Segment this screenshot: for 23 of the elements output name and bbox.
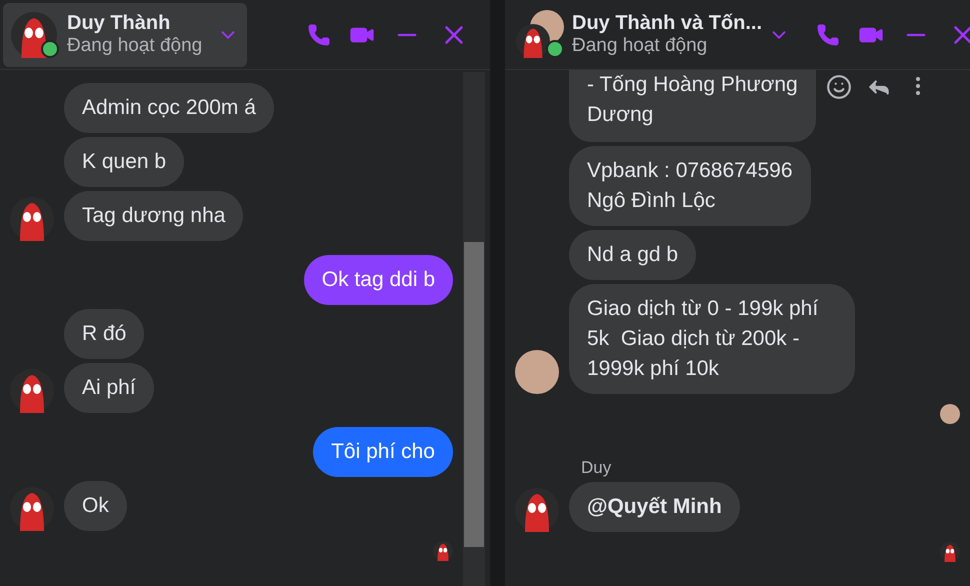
received-message: Giao dịch từ 0 - 199k phí 5k Giao dịch từ 200k - 1999k phí 10k (569, 284, 855, 394)
received-message: Ok (64, 481, 127, 531)
chat-header[interactable]: Duy Thành và Tốn... Đang hoạt động (508, 2, 798, 66)
sent-message: Tôi phí cho (313, 427, 453, 477)
sent-message: Ok tag ddi b (304, 255, 453, 305)
contact-name: Duy Thành (67, 12, 172, 35)
received-message: Ai phí (64, 363, 154, 413)
received-message: Vpbank : 0768674596 Ngô Đình Lộc (569, 146, 811, 226)
sender-name: Duy (581, 458, 612, 478)
received-message: R đó (64, 309, 144, 359)
chat-header[interactable]: Duy Thành Đang hoạt động (3, 2, 247, 66)
phone-icon[interactable] (307, 22, 331, 46)
emoji-icon[interactable] (826, 74, 852, 100)
phone-icon[interactable] (816, 22, 840, 46)
scrollbar[interactable] (463, 72, 485, 586)
received-message: K quen b (64, 137, 184, 187)
status-text: Đang hoạt động (67, 35, 204, 57)
status-text: Đang hoạt động (572, 35, 708, 57)
received-message: Tag dương nha (64, 191, 244, 241)
received-message: Admin cọc 200m á (64, 83, 274, 133)
received-message: - Tống Hoàng Phương Dương (569, 70, 816, 142)
received-message: @Quyết Minh (569, 482, 740, 532)
received-message: Nd a gd b (569, 230, 696, 280)
